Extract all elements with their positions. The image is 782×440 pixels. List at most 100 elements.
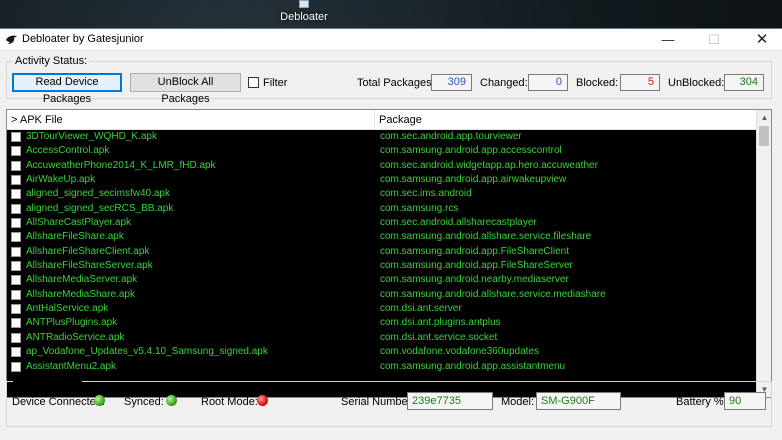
package-cell: com.samsung.android.allshare.service.fil… [380,231,592,243]
serial-number-label: Serial Number: [341,396,415,408]
blocked-value: 5 [620,74,660,91]
table-row[interactable]: AllshareFileShareServer.apk com.samsung.a… [7,259,758,273]
package-cell: com.vodafone.vodafone360updates [380,346,540,358]
minimize-button[interactable]: — [650,29,686,51]
table-row[interactable]: AccessControl.apk com.samsung.android.app… [7,144,758,158]
row-checkbox[interactable] [11,261,21,272]
apk-file-cell: AccessControl.apk [26,145,110,157]
vertical-scrollbar[interactable]: ▲ ▼ [756,110,771,397]
unblock-all-packages-button[interactable]: UnBlock All Packages [130,73,241,105]
package-cell: com.samsung.android.app.accesscontrol [380,145,562,157]
package-cell: com.samsung.android.app.FileShareServer [380,260,573,272]
column-header-package[interactable]: Package [375,110,758,130]
blocked-label: Blocked: [576,77,619,89]
package-cell: com.sec.android.widgetapp.ap.hero.accuwe… [380,159,598,171]
read-device-packages-button[interactable]: Read Device Packages [12,73,122,105]
desktop-shortcut-label: Debloater [280,11,328,23]
row-checkbox[interactable] [11,361,21,372]
package-rows: 3DTourViewer_WQHD_K.apk com.sec.android.a… [7,130,758,374]
row-checkbox[interactable] [11,218,21,229]
row-checkbox[interactable] [11,203,21,214]
total-packages-label: Total Packages: [357,77,435,89]
table-row[interactable]: ANTRadioService.apk com.dsi.ant.service.s… [7,331,758,345]
row-checkbox[interactable] [11,232,21,243]
model-field: SM-G900F [536,392,621,410]
window-title: Debloater by Gatesjunior [22,33,144,45]
row-checkbox[interactable] [11,289,21,300]
package-cell: com.samsung.android.allshare.service.med… [380,288,606,300]
package-cell: com.sec.ims.android [380,188,472,200]
row-checkbox[interactable] [11,332,21,343]
activity-status-legend: Activity Status: [15,55,88,67]
serial-number-field: 239e7735 [407,392,493,410]
package-cell: com.dsi.ant.service.socket [380,331,498,343]
table-row[interactable]: AllshareMediaShare.apk com.samsung.androi… [7,288,758,302]
table-row[interactable]: AllshareMediaServer.apk com.samsung.andro… [7,273,758,287]
table-row[interactable]: 3DTourViewer_WQHD_K.apk com.sec.android.a… [7,130,758,144]
table-row[interactable]: ap_Vodafone_Updates_v5.4.10_Samsung_sign… [7,345,758,359]
scroll-thumb[interactable] [759,126,769,146]
row-checkbox[interactable] [11,275,21,286]
apk-file-cell: ANTPlusPlugins.apk [26,317,118,329]
total-packages-value: 309 [431,74,472,91]
column-header-apk-file[interactable]: > APK File [7,110,375,130]
root-mode-label: Root Mode: [201,396,258,408]
table-row[interactable]: AccuweatherPhone2014_K_LMR_fHD.apk com.se… [7,159,758,173]
package-cell: com.dsi.ant.server [380,303,462,315]
synced-label: Synced: [124,396,164,408]
row-checkbox[interactable] [11,189,21,200]
changed-value: 0 [528,74,568,91]
unblocked-label: UnBlocked: [668,77,725,89]
apk-file-cell: aligned_signed_secimsfw40.apk [26,188,170,200]
table-row[interactable]: AssistantMenu2.apk com.samsung.android.ap… [7,360,758,374]
apk-file-cell: AllshareFileShare.apk [26,231,124,243]
table-row[interactable]: aligned_signed_secRCS_BB.apk com.samsung.… [7,202,758,216]
unblocked-value: 304 [724,74,764,91]
package-cell: com.sec.android.app.tourviewer [380,131,522,142]
synced-indicator-icon [166,395,177,406]
apk-file-cell: AllshareFileShareServer.apk [26,260,153,272]
row-checkbox[interactable] [11,146,21,157]
package-cell: com.dsi.ant.plugins.antplus [380,317,501,329]
apk-file-cell: AssistantMenu2.apk [26,360,117,372]
row-checkbox[interactable] [11,304,21,315]
desktop-shortcut[interactable]: Debloater [276,0,332,26]
row-checkbox[interactable] [11,318,21,329]
package-cell: com.samsung.android.nearby.mediaserver [380,274,569,286]
shortcut-icon [299,0,309,8]
table-row[interactable]: AirWakeUp.apk com.samsung.android.app.air… [7,173,758,187]
device-state-legend: Device State: [15,375,81,387]
package-cell: com.samsung.rcs [380,202,459,214]
table-row[interactable]: aligned_signed_secimsfw40.apk com.sec.ims… [7,187,758,201]
table-row[interactable]: AllShareCastPlayer.apk com.sec.android.al… [7,216,758,230]
apk-file-cell: aligned_signed_secRCS_BB.apk [26,202,174,214]
row-checkbox[interactable] [11,347,21,358]
row-checkbox[interactable] [11,160,21,171]
table-row[interactable]: AntHalService.apk com.dsi.ant.server [7,302,758,316]
battery-label: Battery %: [676,396,727,408]
row-checkbox[interactable] [11,246,21,257]
filter-checkbox[interactable] [248,77,259,88]
maximize-button[interactable]: ☐ [696,29,732,51]
bird-icon [6,35,17,44]
table-row[interactable]: ANTPlusPlugins.apk com.dsi.ant.plugins.an… [7,316,758,330]
apk-file-cell: ap_Vodafone_Updates_v5.4.10_Samsung_sign… [26,346,268,358]
package-cell: com.samsung.android.app.FileShareClient [380,245,569,257]
package-cell: com.sec.android.allsharecastplayer [380,217,537,229]
package-cell: com.samsung.android.app.airwakeupview [380,174,567,186]
apk-file-cell: AllshareMediaShare.apk [26,288,135,300]
apk-file-cell: AllshareFileShareClient.apk [26,245,150,257]
table-row[interactable]: AllshareFileShare.apk com.samsung.android… [7,230,758,244]
table-row[interactable]: AllshareFileShareClient.apk com.samsung.a… [7,245,758,259]
close-button[interactable]: ✕ [744,29,780,51]
title-bar[interactable]: Debloater by Gatesjunior — ☐ ✕ [0,29,782,51]
apk-file-cell: AccuweatherPhone2014_K_LMR_fHD.apk [26,159,216,171]
package-cell: com.samsung.android.app.assistantmenu [380,360,566,372]
apk-file-cell: AllShareCastPlayer.apk [26,217,132,229]
row-checkbox[interactable] [11,132,21,142]
app-window: Debloater by Gatesjunior — ☐ ✕ Activity … [0,28,782,440]
package-list[interactable]: > APK File Package 3DTourViewer_WQHD_K.a… [6,109,772,398]
row-checkbox[interactable] [11,175,21,186]
model-label: Model: [501,396,535,408]
scroll-up-icon[interactable]: ▲ [757,110,771,125]
